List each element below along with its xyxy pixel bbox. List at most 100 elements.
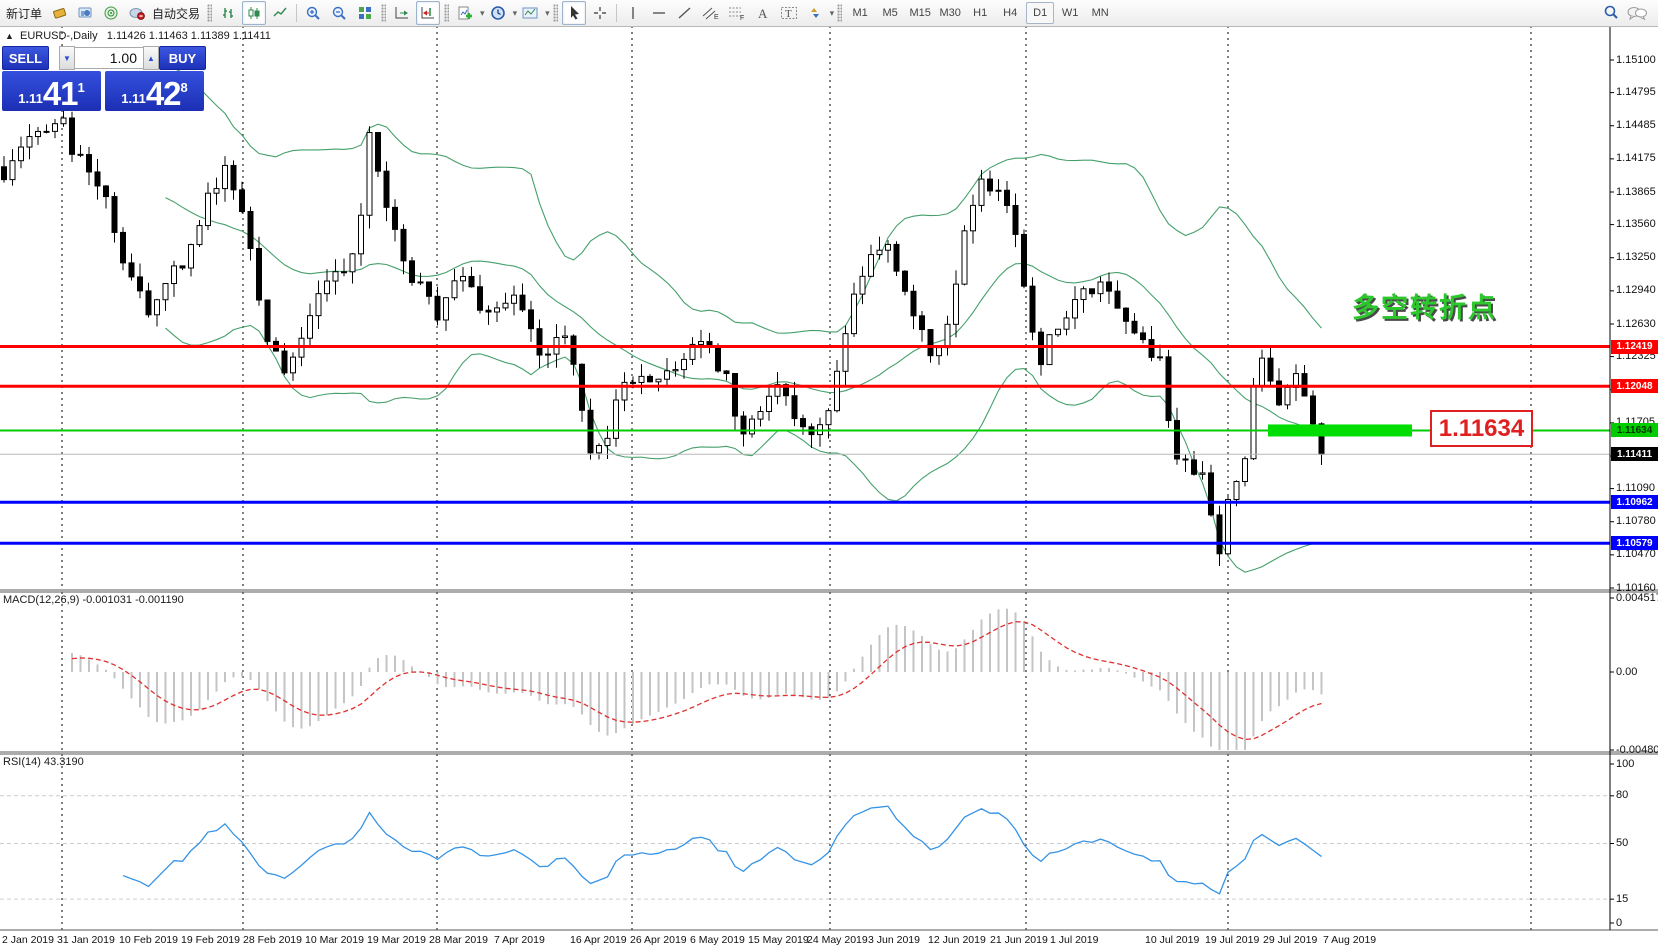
volume-decrease-button[interactable]: ▼ [59, 46, 75, 70]
cursor-icon[interactable] [562, 1, 586, 25]
fibonacci-icon[interactable]: F [725, 1, 749, 25]
timeframe-button-D1[interactable]: D1 [1026, 2, 1054, 24]
chart-header: ▲ EURUSD-,Daily 1.11426 1.11463 1.11389 … [5, 30, 271, 42]
equidistant-channel-icon[interactable]: E [699, 1, 723, 25]
periods-icon[interactable] [486, 1, 510, 25]
one-click-trade-panel: SELL ▼ ▲ BUY 1.11 41 1 1.11 42 8 [2, 47, 206, 111]
templates-caret-icon[interactable]: ▾ [545, 8, 550, 19]
axis-tick-label: 50 [1616, 837, 1628, 849]
timeframe-button-M1[interactable]: M1 [846, 2, 874, 24]
chart-shift-icon[interactable] [416, 1, 440, 25]
date-label: 10 Jul 2019 [1145, 934, 1199, 946]
price-badge-1.12419: 1.12419 [1611, 340, 1658, 354]
highlight-rectangle[interactable] [1268, 424, 1412, 436]
history-center-icon[interactable] [47, 1, 71, 25]
line-chart-icon[interactable] [268, 1, 292, 25]
autotrade-button-label[interactable]: 自动交易 [152, 5, 200, 22]
sell-price-big: 41 [43, 79, 78, 109]
axis-tick-label: 0.00 [1616, 666, 1637, 678]
arrow-tools-icon[interactable] [803, 1, 827, 25]
zoom-out-icon[interactable] [327, 1, 351, 25]
macd-label: MACD(12,26,9) -0.001031 -0.001190 [3, 594, 184, 606]
date-label: 19 Jul 2019 [1205, 934, 1259, 946]
axis-tick-label: 1.11090 [1616, 482, 1655, 494]
axis-tick-label: 1.14795 [1616, 86, 1656, 98]
date-label: 16 Apr 2019 [570, 934, 627, 946]
axis-tick-label: -0.004806 [1616, 744, 1658, 756]
axis-tick-label: 1.13250 [1616, 251, 1656, 263]
date-label: 21 Jun 2019 [990, 934, 1048, 946]
candlestick-icon[interactable] [242, 1, 266, 25]
buy-button[interactable]: BUY [159, 46, 206, 70]
toolbar-drag-handle[interactable] [837, 4, 842, 22]
ohlc-values: 1.11426 1.11463 1.11389 1.11411 [107, 30, 271, 42]
toolbar-group-draw: E F A T ▾ [561, 0, 835, 26]
date-label: 2 Jan 2019 [2, 934, 54, 946]
new-order-button[interactable]: 新订单 [6, 5, 42, 22]
axis-tick-label: 1.13560 [1616, 218, 1656, 230]
price-badge-1.11411: 1.11411 [1611, 447, 1658, 461]
chart-annotation-text: 多空转折点 [1352, 286, 1497, 325]
svg-text:E: E [714, 14, 719, 21]
tile-windows-icon[interactable] [353, 1, 377, 25]
toolbar-drag-handle[interactable] [207, 4, 212, 22]
indicators-icon[interactable] [453, 1, 477, 25]
toolbar: 新订单 自动交易 [0, 0, 1658, 27]
indicators-caret-icon[interactable]: ▾ [480, 8, 485, 19]
symbol-triangle-icon: ▲ [5, 31, 14, 41]
signals-icon[interactable] [99, 1, 123, 25]
price-badge-1.10962: 1.10962 [1611, 495, 1658, 509]
timeframe-button-M15[interactable]: M15 [906, 2, 934, 24]
buy-price-prefix: 1.11 [121, 91, 146, 106]
axis-tick-label: 15 [1616, 893, 1628, 905]
bar-chart-icon[interactable] [216, 1, 240, 25]
periods-caret-icon[interactable]: ▾ [513, 8, 518, 19]
date-label: 10 Feb 2019 [119, 934, 178, 946]
auto-scroll-icon[interactable] [390, 1, 414, 25]
autotrade-icon[interactable] [125, 1, 149, 25]
svg-text:F: F [740, 15, 744, 21]
volume-input[interactable] [75, 47, 143, 69]
timeframe-button-MN[interactable]: MN [1086, 2, 1114, 24]
axis-tick-label: 1.10780 [1616, 515, 1656, 527]
toolbar-drag-handle[interactable] [444, 4, 449, 22]
price-badge-1.12048: 1.12048 [1611, 379, 1658, 393]
profiles-icon[interactable] [73, 1, 97, 25]
search-icon[interactable] [1599, 1, 1623, 25]
date-label: 3 Jun 2019 [868, 934, 920, 946]
sell-price-prefix: 1.11 [18, 91, 43, 106]
buy-price-sup: 8 [181, 80, 188, 95]
toolbar-drag-handle[interactable] [381, 4, 386, 22]
templates-icon[interactable] [518, 1, 542, 25]
vertical-line-icon[interactable] [621, 1, 645, 25]
volume-increase-button[interactable]: ▲ [143, 46, 159, 70]
volume-stepper: ▼ ▲ [59, 47, 159, 69]
date-label: 26 Apr 2019 [630, 934, 687, 946]
arrow-tools-caret-icon[interactable]: ▾ [830, 8, 835, 19]
axis-tick-label: 1.14485 [1616, 119, 1656, 131]
price-callout-box[interactable]: 1.11634 [1430, 410, 1533, 447]
axis-tick-label: 1.12940 [1616, 284, 1656, 296]
toolbar-group-charttype [215, 0, 378, 26]
text-icon[interactable]: A [751, 1, 775, 25]
timeframe-button-H1[interactable]: H1 [966, 2, 994, 24]
date-label: 24 May 2019 [807, 934, 868, 946]
crosshair-icon[interactable] [588, 1, 612, 25]
date-label: 28 Feb 2019 [243, 934, 302, 946]
timeframe-button-H4[interactable]: H4 [996, 2, 1024, 24]
zoom-in-icon[interactable] [301, 1, 325, 25]
timeframe-button-M5[interactable]: M5 [876, 2, 904, 24]
horizontal-line-icon[interactable] [647, 1, 671, 25]
toolbar-group-insert: ▾ ▾ ▾ [452, 0, 550, 26]
text-label-icon[interactable]: T [777, 1, 801, 25]
chat-icon[interactable] [1625, 1, 1649, 25]
axis-tick-label: 0.004517 [1616, 592, 1658, 604]
sell-price-display[interactable]: 1.11 41 1 [2, 71, 101, 111]
trendline-icon[interactable] [673, 1, 697, 25]
timeframe-button-M30[interactable]: M30 [936, 2, 964, 24]
sell-button[interactable]: SELL [2, 46, 49, 70]
timeframe-button-W1[interactable]: W1 [1056, 2, 1084, 24]
rsi-label: RSI(14) 43.3190 [3, 756, 84, 768]
toolbar-drag-handle[interactable] [553, 4, 558, 22]
buy-price-display[interactable]: 1.11 42 8 [105, 71, 204, 111]
